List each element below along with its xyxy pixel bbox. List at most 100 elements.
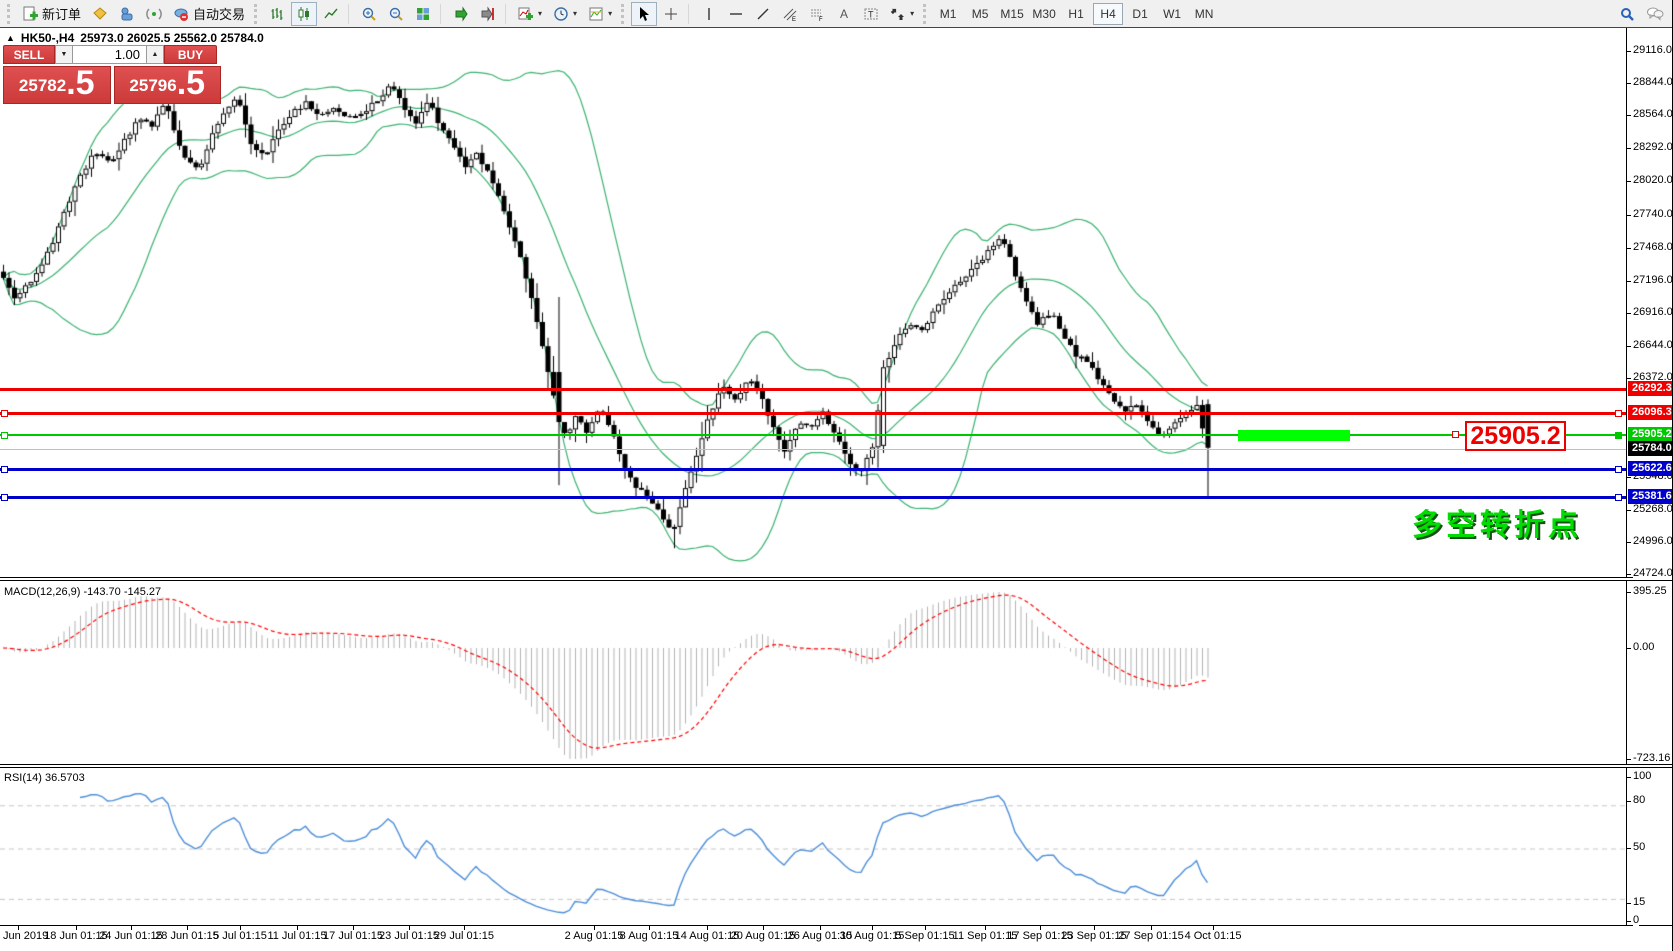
line-marker-square[interactable] xyxy=(1615,494,1622,501)
autotrading-button[interactable]: 自动交易 xyxy=(168,2,250,26)
timeframe-button-H4[interactable]: H4 xyxy=(1093,2,1124,25)
line-start-marker[interactable] xyxy=(1,432,8,439)
price-axis-tick xyxy=(1626,313,1631,314)
price-callout-anchor[interactable] xyxy=(1452,431,1459,438)
price-axis-tick xyxy=(1626,83,1631,84)
price-axis-label: 28564.0 xyxy=(1633,108,1673,120)
timeframe-button-M5[interactable]: M5 xyxy=(965,3,995,25)
timeframe-button-M15[interactable]: M15 xyxy=(997,3,1027,25)
line-chart-icon xyxy=(323,6,339,22)
crosshair-button[interactable] xyxy=(658,2,684,26)
toolbar-separator xyxy=(348,3,352,24)
line-start-marker[interactable] xyxy=(1,466,8,473)
sell-price-main: 25782 xyxy=(18,76,67,95)
line-chart-button[interactable] xyxy=(318,2,344,26)
volume-decrease-button[interactable]: ▼ xyxy=(55,45,73,64)
svg-text:E: E xyxy=(792,17,796,22)
price-callout-label[interactable]: 25905.2 xyxy=(1465,421,1566,451)
cursor-button[interactable] xyxy=(631,1,658,26)
symbol-period-label: HK50-,H4 xyxy=(20,31,75,45)
price-level-line[interactable] xyxy=(0,412,1626,415)
line-start-marker[interactable] xyxy=(1,410,8,417)
sell-price-frac: .5 xyxy=(66,64,95,102)
zoom-out-button[interactable] xyxy=(383,2,409,26)
timeframe-button-M1[interactable]: M1 xyxy=(933,3,963,25)
zoom-in-button[interactable] xyxy=(356,2,382,26)
auto-scroll-icon xyxy=(453,5,469,22)
vertical-line-button[interactable] xyxy=(696,2,722,26)
auto-scroll-button[interactable] xyxy=(448,2,474,26)
search-button[interactable] xyxy=(1614,2,1640,26)
navigator-icon xyxy=(119,6,135,22)
bar-chart-button[interactable] xyxy=(264,2,290,26)
macd-axis-label: -723.16 xyxy=(1633,752,1671,764)
metaeditor-button[interactable] xyxy=(87,2,113,26)
navigator-button[interactable] xyxy=(114,2,140,26)
arrows-caret: ▾ xyxy=(910,9,915,18)
buy-button[interactable]: BUY xyxy=(164,45,217,64)
text-button[interactable]: A xyxy=(831,2,857,26)
price-level-line[interactable] xyxy=(0,434,1626,436)
collapse-trade-panel-icon[interactable]: ▲ xyxy=(6,33,15,43)
price-level-line[interactable] xyxy=(0,496,1626,499)
macd-panel-separator[interactable] xyxy=(0,577,1672,581)
arrows-button[interactable]: ▾ xyxy=(885,2,919,26)
date-axis-label: 20 Aug 01:15 xyxy=(730,930,796,942)
rsi-axis-label: 50 xyxy=(1633,841,1646,853)
candlestick-button[interactable] xyxy=(291,1,318,26)
sell-price-display[interactable]: 25782 .5 xyxy=(3,64,111,104)
indicators-button[interactable]: ▾ xyxy=(513,2,547,26)
chinese-annotation-text[interactable]: 多空转折点 xyxy=(1412,500,1582,544)
timeframe-button-MN[interactable]: MN xyxy=(1189,3,1219,25)
macd-panel-canvas[interactable] xyxy=(0,581,1626,765)
price-axis-label: 26644.0 xyxy=(1633,339,1673,351)
timeframe-button-D1[interactable]: D1 xyxy=(1125,3,1155,25)
indicators-caret: ▾ xyxy=(538,9,543,18)
trendline-button[interactable] xyxy=(750,2,776,26)
date-axis-label: 2 Aug 01:15 xyxy=(564,930,624,942)
main-toolbar: 新订单 自动交易 ▾ ▾ ▾ E F A T ▾ M1 M5 M15 M30 H… xyxy=(0,0,1672,28)
label-button[interactable]: T xyxy=(858,2,884,26)
price-axis-tick xyxy=(1626,574,1631,575)
rsi-axis-tick xyxy=(1626,801,1631,802)
highlight-rectangle[interactable] xyxy=(1238,430,1350,441)
periods-button[interactable]: ▾ xyxy=(548,2,582,26)
timeframe-button-H1[interactable]: H1 xyxy=(1061,3,1091,25)
timeframe-button-W1[interactable]: W1 xyxy=(1157,3,1187,25)
metaeditor-icon xyxy=(92,6,108,22)
price-level-line[interactable] xyxy=(0,468,1626,471)
cursor-icon xyxy=(636,6,652,22)
horizontal-line-button[interactable] xyxy=(723,2,749,26)
templates-button[interactable]: ▾ xyxy=(583,2,617,26)
sell-button[interactable]: SELL xyxy=(3,45,55,64)
line-marker-square[interactable] xyxy=(1615,410,1622,417)
rsi-panel-canvas[interactable] xyxy=(0,768,1626,925)
rsi-panel-separator[interactable] xyxy=(0,764,1672,768)
price-level-line[interactable] xyxy=(0,388,1626,391)
tile-windows-button[interactable] xyxy=(410,2,436,26)
price-level-line[interactable] xyxy=(0,449,1626,450)
templates-caret: ▾ xyxy=(608,9,613,18)
channel-button[interactable]: E xyxy=(777,2,803,26)
chat-button[interactable] xyxy=(1641,2,1669,26)
templates-icon xyxy=(588,6,604,22)
signals-button[interactable] xyxy=(141,2,167,26)
horizontal-line-icon xyxy=(728,6,744,22)
timeframe-button-M30[interactable]: M30 xyxy=(1029,3,1059,25)
fibonacci-button[interactable]: F xyxy=(804,2,830,26)
price-axis-tick xyxy=(1626,477,1631,478)
line-marker-square[interactable] xyxy=(1615,432,1622,439)
one-click-trading-panel: SELL ▼ 1.00 ▲ BUY 25782 .5 25796 .5 xyxy=(3,45,221,104)
trading-platform-window: 新订单 自动交易 ▾ ▾ ▾ E F A T ▾ M1 M5 M15 M30 H… xyxy=(0,0,1673,951)
volume-input[interactable]: 1.00 xyxy=(73,45,146,64)
date-axis-line xyxy=(0,925,1672,926)
date-axis-label: 24 Jun 01:15 xyxy=(99,930,163,942)
chart-shift-button[interactable] xyxy=(475,2,501,26)
periods-caret: ▾ xyxy=(573,9,578,18)
volume-increase-button[interactable]: ▲ xyxy=(146,45,164,64)
svg-text:T: T xyxy=(868,9,874,19)
line-start-marker[interactable] xyxy=(1,494,8,501)
new-order-button[interactable]: 新订单 xyxy=(17,2,86,26)
line-marker-square[interactable] xyxy=(1615,466,1622,473)
buy-price-display[interactable]: 25796 .5 xyxy=(113,65,221,104)
